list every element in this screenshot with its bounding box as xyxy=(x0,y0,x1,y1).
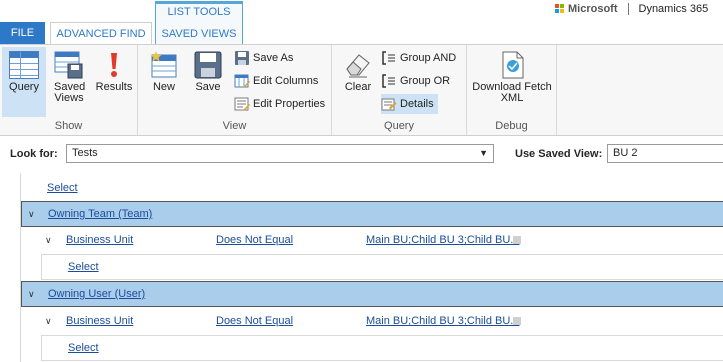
entity-link[interactable]: Owning Team (Team) xyxy=(48,202,152,226)
microsoft-logo-icon xyxy=(555,4,565,14)
entity-select-link[interactable]: Select xyxy=(68,261,99,273)
entity-row[interactable]: ∨ Owning Team (Team) xyxy=(21,201,723,227)
clear-button[interactable]: Clear xyxy=(338,47,378,117)
group-and-label: Group AND xyxy=(400,52,457,64)
edit-columns-label: Edit Columns xyxy=(253,75,319,87)
new-view-icon xyxy=(149,51,179,79)
context-group-title: LIST TOOLS xyxy=(167,6,231,18)
microsoft-text: Microsoft xyxy=(568,3,618,15)
floppy-disk-icon xyxy=(193,51,223,79)
condition-value-link[interactable]: Main BU;Child BU 3;Child BU... xyxy=(366,227,519,253)
download-fetch-xml-label: Download Fetch XML xyxy=(472,81,552,104)
ribbon-group-query: Clear Group AND Group OR Details Query xyxy=(332,45,467,135)
entity-select-link[interactable]: Select xyxy=(68,342,99,354)
edit-columns-button[interactable]: Edit Columns xyxy=(234,71,322,91)
group-and-icon xyxy=(381,50,397,66)
group-or-icon xyxy=(381,73,397,89)
download-fetch-xml-button[interactable]: Download Fetch XML xyxy=(471,47,553,117)
more-options-icon[interactable] xyxy=(513,236,521,244)
tab-saved-views[interactable]: SAVED VIEWS xyxy=(156,24,242,44)
root-select-link[interactable]: Select xyxy=(47,182,78,194)
details-icon xyxy=(381,96,397,112)
ribbon-group-query-label: Query xyxy=(384,120,414,132)
clear-button-label: Clear xyxy=(344,81,372,93)
condition-row: ∨ Business Unit Does Not Equal Main BU;C… xyxy=(21,227,723,253)
more-options-icon[interactable] xyxy=(513,317,521,325)
query-grid-icon xyxy=(9,51,39,79)
group-and-button[interactable]: Group AND xyxy=(381,48,460,68)
edit-columns-icon xyxy=(234,73,250,89)
ribbon-group-view: New Save Save As Edit Columns Edit Prope… xyxy=(138,45,332,135)
chevron-down-icon[interactable]: ∨ xyxy=(28,202,35,226)
chevron-down-icon[interactable]: ∨ xyxy=(28,282,35,306)
tab-advanced-find[interactable]: ADVANCED FIND xyxy=(50,22,152,45)
results-button[interactable]: Results xyxy=(92,47,136,117)
ribbon-group-debug-label: Debug xyxy=(495,120,528,132)
chevron-down-icon[interactable]: ∨ xyxy=(45,227,52,253)
edit-properties-icon xyxy=(234,96,250,112)
ribbon: Query Saved Views Results Show New Save … xyxy=(0,44,723,136)
group-or-button[interactable]: Group OR xyxy=(381,71,454,91)
ribbon-group-view-label: View xyxy=(222,120,247,132)
new-button-label: New xyxy=(152,81,175,93)
entity-link[interactable]: Owning User (User) xyxy=(48,282,145,306)
condition-field-link[interactable]: Business Unit xyxy=(66,308,133,334)
edit-properties-label: Edit Properties xyxy=(253,98,326,110)
saved-view-value: BU 2 xyxy=(613,147,638,159)
save-as-button[interactable]: Save As xyxy=(234,48,297,68)
look-for-label: Look for: xyxy=(10,148,58,160)
look-for-select[interactable]: Tests ▼ xyxy=(66,144,494,163)
save-as-icon xyxy=(234,50,250,66)
save-button[interactable]: Save xyxy=(188,47,228,117)
saved-views-button-label: Saved Views xyxy=(54,81,86,104)
saved-views-button[interactable]: Saved Views xyxy=(48,47,90,117)
new-button[interactable]: New xyxy=(142,47,186,117)
details-button[interactable]: Details xyxy=(381,94,438,114)
query-button[interactable]: Query xyxy=(2,47,46,117)
root-select-row: Select xyxy=(47,175,78,201)
entity-select-row: Select xyxy=(41,254,723,280)
brand: Microsoft Dynamics 365 xyxy=(555,2,708,16)
query-tree: Select ∨ Owning Team (Team) ∨ Business U… xyxy=(20,173,723,362)
save-button-label: Save xyxy=(195,81,221,93)
edit-properties-button[interactable]: Edit Properties xyxy=(234,94,329,114)
details-label: Details xyxy=(400,98,434,110)
condition-operator-link[interactable]: Does Not Equal xyxy=(216,227,293,253)
chevron-down-icon[interactable]: ∨ xyxy=(45,308,52,334)
condition-operator-link[interactable]: Does Not Equal xyxy=(216,308,293,334)
condition-field-link[interactable]: Business Unit xyxy=(66,227,133,253)
xml-document-icon xyxy=(497,51,527,79)
saved-view-select[interactable]: BU 2 xyxy=(607,144,723,163)
context-tab-group: LIST TOOLS SAVED VIEWS xyxy=(155,1,243,44)
ribbon-group-debug: Download Fetch XML Debug xyxy=(467,45,557,135)
results-button-label: Results xyxy=(95,81,133,93)
entity-row[interactable]: ∨ Owning User (User) xyxy=(21,281,723,307)
condition-value-link[interactable]: Main BU;Child BU 3;Child BU... xyxy=(366,308,519,334)
tab-file[interactable]: FILE xyxy=(0,22,45,44)
ribbon-group-show-label: Show xyxy=(54,120,83,132)
dropdown-arrow-icon: ▼ xyxy=(479,148,488,158)
top-bar: FILE ADVANCED FIND LIST TOOLS SAVED VIEW… xyxy=(0,0,723,45)
saved-views-icon xyxy=(54,51,84,79)
ribbon-group-show: Query Saved Views Results Show xyxy=(0,45,138,135)
condition-row: ∨ Business Unit Does Not Equal Main BU;C… xyxy=(21,308,723,334)
product-name: Dynamics 365 xyxy=(638,3,709,15)
brand-separator xyxy=(627,3,629,15)
exclamation-icon xyxy=(99,51,129,79)
look-for-value: Tests xyxy=(72,147,98,159)
query-button-label: Query xyxy=(9,81,39,93)
eraser-icon xyxy=(343,51,373,79)
save-as-label: Save As xyxy=(253,52,294,64)
use-saved-view-label: Use Saved View: xyxy=(515,148,603,160)
entity-select-row: Select xyxy=(41,335,723,361)
group-or-label: Group OR xyxy=(400,75,451,87)
